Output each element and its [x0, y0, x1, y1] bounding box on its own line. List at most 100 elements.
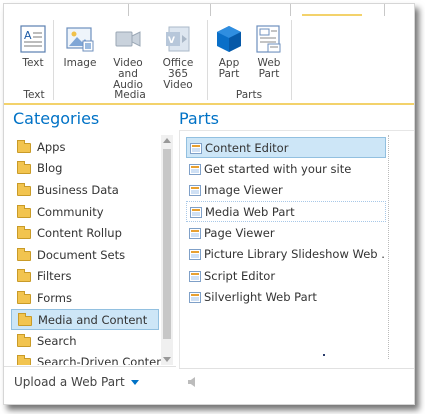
folder-icon	[17, 226, 31, 239]
text-button-label: Text	[22, 57, 44, 69]
video-and-audio-button[interactable]: Video and Audio	[103, 24, 153, 91]
ribbon-tick	[128, 4, 129, 16]
part-label: Media Web Part	[205, 205, 295, 219]
part-script-editor[interactable]: Script Editor	[186, 266, 386, 287]
web-part-icon	[189, 292, 201, 303]
categories-list: Apps Blog Business Data Community Conten…	[11, 135, 176, 365]
ribbon-tick	[210, 4, 211, 16]
folder-icon	[17, 205, 31, 218]
web-part-label-line2: Part	[258, 68, 280, 80]
ribbon-tick	[290, 4, 291, 16]
category-business-data[interactable]: Business Data	[11, 180, 159, 201]
folder-icon	[17, 140, 31, 153]
parts-title: Parts	[179, 109, 219, 128]
part-label: Silverlight Web Part	[204, 290, 317, 304]
part-label: Image Viewer	[204, 183, 283, 197]
image-button[interactable]: Image	[62, 24, 98, 69]
text-icon: A	[18, 24, 48, 54]
part-label: Content Editor	[205, 141, 289, 155]
category-label: Document Sets	[37, 248, 126, 262]
part-media-web-part[interactable]: Media Web Part	[186, 201, 386, 222]
ribbon-top-rule	[4, 4, 414, 16]
category-blog[interactable]: Blog	[11, 158, 159, 179]
category-search-driven-content[interactable]: Search-Driven Content	[11, 352, 168, 365]
scroll-up-arrow-icon[interactable]	[163, 138, 171, 143]
folder-icon	[17, 248, 31, 261]
category-apps[interactable]: Apps	[11, 137, 159, 158]
folder-icon	[17, 334, 31, 347]
web-part-button[interactable]: Web Part	[251, 24, 287, 80]
image-viewer-icon	[189, 185, 201, 196]
group-separator	[291, 20, 292, 100]
upload-web-part-link[interactable]: Upload a Web Part	[14, 375, 139, 389]
group-label-text: Text	[23, 89, 45, 101]
category-document-sets[interactable]: Document Sets	[11, 245, 159, 266]
category-search[interactable]: Search	[11, 331, 159, 352]
web-part-adder-window: A Text Image Video and Audio V Office 36…	[3, 3, 415, 405]
web-part-icon	[254, 24, 284, 54]
svg-text:V: V	[168, 36, 175, 46]
parts-panel-divider	[388, 135, 389, 359]
category-content-rollup[interactable]: Content Rollup	[11, 223, 159, 244]
office-365-video-icon: V	[163, 24, 193, 54]
category-media-and-content[interactable]: Media and Content	[11, 309, 159, 330]
ribbon-tick	[384, 4, 385, 16]
image-icon	[65, 24, 95, 54]
group-separator	[53, 20, 54, 100]
part-image-viewer[interactable]: Image Viewer	[186, 180, 386, 201]
web-part-icon	[190, 143, 202, 154]
scrollbar-thumb[interactable]	[163, 149, 171, 339]
part-silverlight-web-part[interactable]: Silverlight Web Part	[186, 287, 386, 308]
video-audio-icon	[113, 24, 143, 54]
scroll-down-arrow-icon[interactable]	[163, 357, 171, 362]
dropdown-caret-icon	[130, 380, 139, 385]
page-viewer-icon	[189, 228, 201, 239]
web-part-icon	[190, 207, 202, 218]
folder-icon	[17, 355, 31, 365]
part-get-started[interactable]: Get started with your site	[186, 159, 386, 180]
categories-title: Categories	[13, 109, 100, 128]
group-label-media: Media	[114, 89, 146, 101]
svg-text:A: A	[24, 29, 32, 42]
parts-bottom-bar	[179, 368, 414, 404]
part-page-viewer[interactable]: Page Viewer	[186, 223, 386, 244]
part-content-editor[interactable]: Content Editor	[186, 137, 386, 158]
web-part-icon	[189, 164, 201, 175]
part-label: Script Editor	[204, 269, 276, 283]
part-label: Picture Library Slideshow Web ...	[204, 247, 386, 261]
ribbon-gold-rule	[302, 14, 362, 16]
text-button[interactable]: A Text	[16, 24, 50, 69]
category-filters[interactable]: Filters	[11, 266, 159, 287]
stray-dot	[323, 354, 325, 356]
office-365-label-line1: Office 365	[162, 57, 194, 80]
ribbon: A Text Image Video and Audio V Office 36…	[4, 4, 414, 105]
upload-web-part-label: Upload a Web Part	[14, 375, 125, 389]
category-label: Content Rollup	[37, 226, 122, 240]
app-part-button[interactable]: App Part	[211, 24, 247, 80]
group-separator	[207, 20, 208, 100]
part-picture-library-slideshow[interactable]: Picture Library Slideshow Web ...	[186, 244, 386, 265]
part-label: Get started with your site	[204, 162, 352, 176]
part-label: Page Viewer	[204, 226, 275, 240]
category-label: Filters	[37, 269, 72, 283]
category-label: Blog	[37, 161, 63, 175]
category-forms[interactable]: Forms	[11, 288, 159, 309]
category-label: Search-Driven Content	[37, 355, 168, 365]
folder-icon	[17, 161, 31, 174]
category-label: Business Data	[37, 183, 119, 197]
office-365-video-button[interactable]: V Office 365 Video	[152, 24, 204, 91]
app-part-label-line2: Part	[218, 68, 240, 80]
upload-bar: Upload a Web Part	[4, 366, 176, 404]
category-label: Apps	[37, 140, 66, 154]
category-community[interactable]: Community	[11, 202, 159, 223]
categories-scrollbar[interactable]	[161, 135, 173, 365]
category-label: Search	[37, 334, 77, 348]
folder-icon	[17, 183, 31, 196]
folder-icon	[17, 269, 31, 282]
folder-icon	[18, 313, 32, 326]
category-label: Media and Content	[38, 313, 148, 327]
web-part-icon	[189, 249, 201, 260]
video-audio-label-line1: Video and	[113, 57, 143, 80]
back-arrow-icon[interactable]	[188, 377, 195, 387]
folder-icon	[17, 291, 31, 304]
